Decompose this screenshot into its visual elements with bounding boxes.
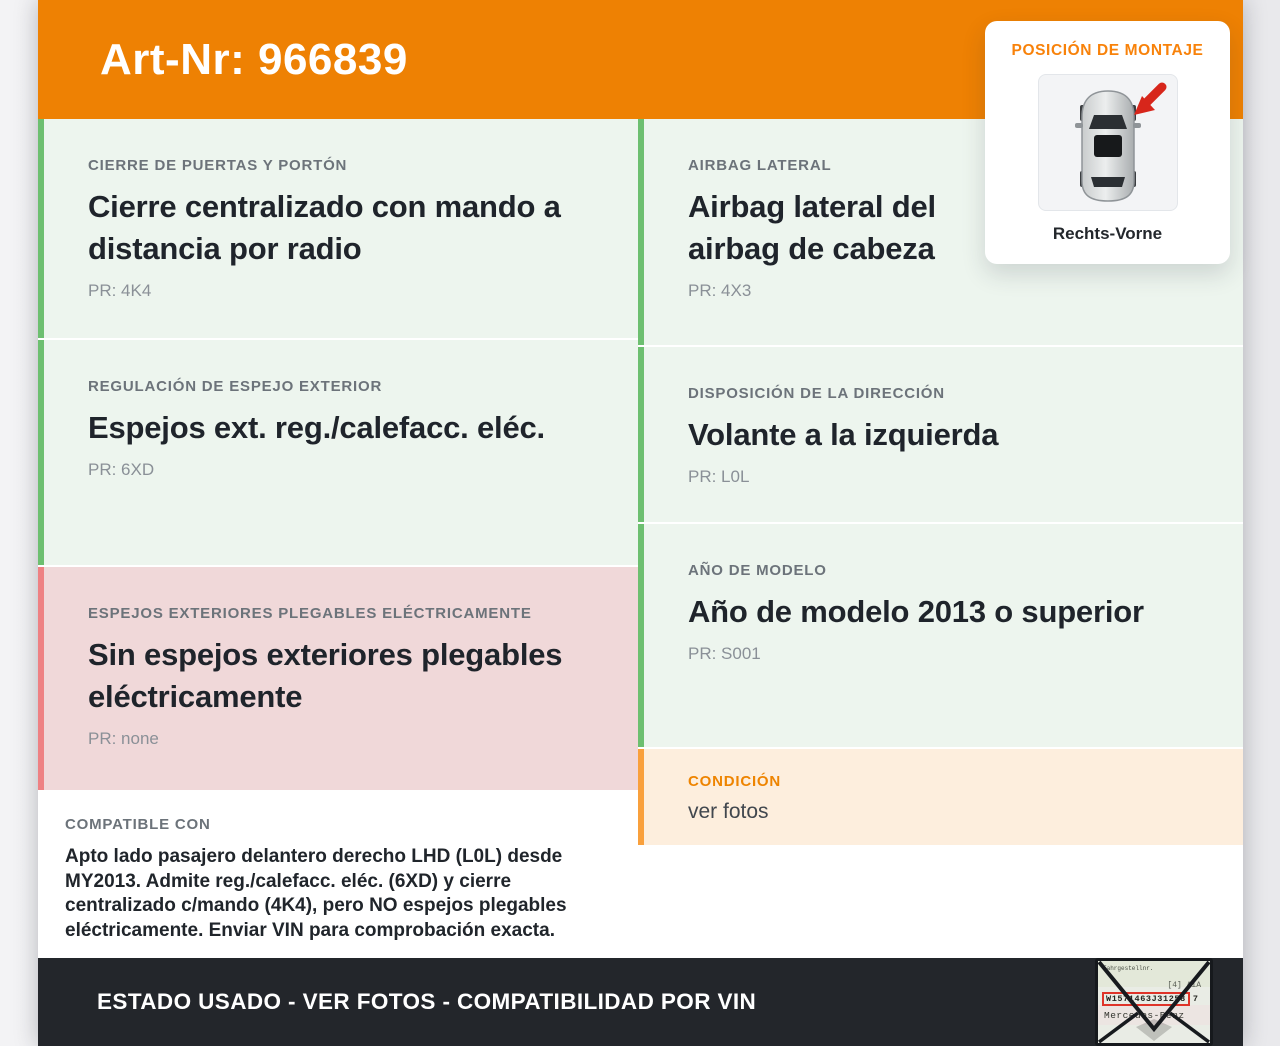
condition-label: CONDICIÓN — [688, 773, 782, 790]
spec-card-title: Espejos ext. reg./calefacc. eléc. — [88, 410, 545, 445]
spec-card-title: Cierre centralizado con mando a distanci… — [88, 189, 561, 266]
spec-card-steering-layout: DISPOSICIÓN DE LA DIRECCIÓN Volante a la… — [638, 347, 1243, 522]
spec-card-pr: PR: S001 — [688, 644, 761, 663]
compatibility-label: COMPATIBLE CON — [65, 816, 211, 833]
footer-bar: ESTADO USADO - VER FOTOS - COMPATIBILIDA… — [38, 958, 1243, 1046]
mounting-position-image-box — [1037, 74, 1178, 211]
page-content: Art-Nr: 966839 CIERRE DE PUERTAS Y PORTÓ… — [38, 0, 1243, 1046]
spec-card-model-year: AÑO DE MODELO Año de modelo 2013 o super… — [638, 524, 1243, 747]
mounting-position-caption: Rechts-Vorne — [1052, 224, 1163, 243]
car-top-view-icon — [1074, 82, 1166, 202]
spec-card-title: Sin espejos exteriores plegables eléctri… — [88, 637, 563, 714]
condition-value: ver fotos — [688, 800, 769, 823]
footer-status-text: ESTADO USADO - VER FOTOS - COMPATIBILIDA… — [97, 989, 757, 1014]
spec-card-pr: PR: L0L — [688, 467, 750, 486]
red-arrow-icon — [1133, 82, 1166, 115]
article-number-title: Art-Nr: 966839 — [100, 34, 408, 84]
envelope-icon — [1098, 961, 1210, 1043]
spec-card-mirror-adjustment: REGULACIÓN DE ESPEJO EXTERIOR Espejos ex… — [38, 340, 638, 565]
spec-card-label: AÑO DE MODELO — [688, 562, 827, 579]
spec-card-pr: PR: 6XD — [88, 460, 155, 479]
spec-card-central-locking: CIERRE DE PUERTAS Y PORTÓN Cierre centra… — [38, 119, 638, 338]
spec-card-label: REGULACIÓN DE ESPEJO EXTERIOR — [88, 378, 383, 395]
right-column-empty-area — [638, 847, 1243, 958]
compatibility-card: COMPATIBLE CON Apto lado pasajero delant… — [38, 792, 638, 956]
spec-card-label: CIERRE DE PUERTAS Y PORTÓN — [88, 157, 348, 174]
spec-card-title: Año de modelo 2013 o superior — [688, 594, 1144, 629]
mounting-position-title: POSICIÓN DE MONTAJE — [1011, 42, 1204, 59]
spec-card-title: Volante a la izquierda — [688, 417, 999, 452]
spec-card-label: DISPOSICIÓN DE LA DIRECCIÓN — [688, 385, 945, 402]
spec-card-pr: PR: none — [88, 729, 159, 748]
compatibility-text: Apto lado pasajero delantero derecho LHD… — [65, 846, 567, 941]
spec-card-label: ESPEJOS EXTERIORES PLEGABLES ELÉCTRICAME… — [88, 605, 532, 622]
mounting-position-card: POSICIÓN DE MONTAJE Rechts-Vorne — [985, 21, 1230, 264]
condition-card: CONDICIÓN ver fotos — [638, 749, 1243, 845]
vin-document-stamp: Fahrgestellnr. [4] AiA W1571463J31258 7 … — [1095, 958, 1213, 1046]
left-column: CIERRE DE PUERTAS Y PORTÓN Cierre centra… — [38, 119, 638, 958]
spec-card-folding-mirrors: ESPEJOS EXTERIORES PLEGABLES ELÉCTRICAME… — [38, 567, 638, 790]
spec-card-pr: PR: 4K4 — [88, 281, 152, 300]
spec-card-pr: PR: 4X3 — [688, 281, 752, 300]
